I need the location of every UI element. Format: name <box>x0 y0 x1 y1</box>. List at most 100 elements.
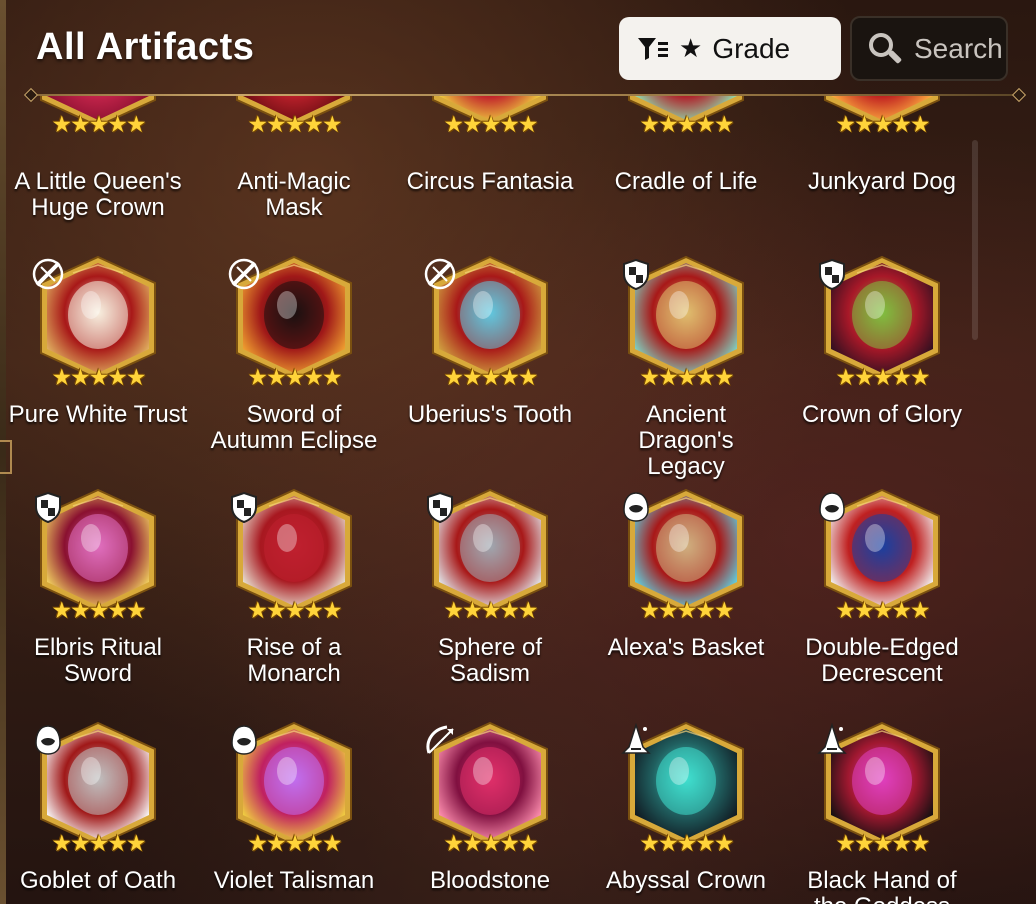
artifact-icon[interactable]: ★ ★ ★ ★ ★ <box>817 719 947 855</box>
scrollbar[interactable] <box>972 140 978 340</box>
star-icon: ★ <box>480 111 502 137</box>
star-icon: ★ <box>107 830 128 856</box>
star-icon: ★ <box>321 111 343 137</box>
star-icon: ★ <box>909 597 931 623</box>
star-icon: ★ <box>658 364 679 390</box>
artifact-name: Pure White Trust <box>0 402 196 428</box>
artifact-name: Goblet of Oath <box>0 868 196 894</box>
star-icon: ★ <box>284 830 306 856</box>
star-icon: ★ <box>321 364 343 390</box>
star-icon: ★ <box>639 364 660 390</box>
thief-icon <box>819 492 845 522</box>
star-icon: ★ <box>499 830 520 856</box>
artifact-grid[interactable]: ★ ★ ★ ★ ★ A Little Queen's Huge Crown ★ ★ ★ ★ ★ Anti… <box>0 96 1036 904</box>
artifact-icon[interactable]: ★ ★ ★ ★ ★ <box>228 253 359 389</box>
artifact-icon[interactable]: ★ ★ ★ ★ ★ <box>424 253 555 389</box>
artifact-icon[interactable]: ★ ★ ★ ★ ★ <box>33 96 163 136</box>
artifact-name-line: Legacy <box>647 453 725 480</box>
star-icon: ★ <box>713 597 735 623</box>
star-icon: ★ <box>107 111 128 137</box>
artifact-name-line: Cradle of Life <box>614 168 758 195</box>
star-icon: ★ <box>247 597 268 623</box>
star-icon: ★ <box>854 111 875 137</box>
star-icon: ★ <box>909 364 931 390</box>
star-icon: ★ <box>88 111 110 137</box>
artifact-name-line: Sword <box>63 660 133 687</box>
star-rating: ★ ★ ★ ★ ★ <box>439 112 541 136</box>
artifact-name: Abyssal Crown <box>588 868 784 894</box>
star-rating: ★ ★ ★ ★ ★ <box>635 598 737 622</box>
star-icon: ★ <box>695 597 716 623</box>
star-icon: ★ <box>676 364 698 390</box>
artifact-icon[interactable]: ★ ★ ★ ★ ★ <box>425 486 555 622</box>
star-icon: ★ <box>713 111 735 137</box>
star-icon: ★ <box>70 364 91 390</box>
star-icon: ★ <box>658 597 679 623</box>
star-rating: ★ ★ ★ ★ ★ <box>47 365 149 389</box>
artifact-icon[interactable]: ★ ★ ★ ★ ★ <box>817 96 947 136</box>
artifact-icon[interactable]: ★ ★ ★ ★ ★ <box>33 719 163 855</box>
artifact-icon[interactable]: ★ ★ ★ ★ ★ <box>621 253 751 389</box>
star-icon: ★ <box>872 364 894 390</box>
artifact-icon[interactable]: ★ ★ ★ ★ ★ <box>817 486 947 622</box>
warrior-icon <box>32 258 64 290</box>
star-icon: ★ <box>107 364 128 390</box>
star-icon: ★ <box>266 830 287 856</box>
star-icon: ★ <box>51 364 72 390</box>
artifact-icon[interactable]: ★ ★ ★ ★ ★ <box>229 486 359 622</box>
star-icon: ★ <box>480 597 502 623</box>
artifact-icon[interactable]: ★ ★ ★ ★ ★ <box>425 719 555 855</box>
artifact-name-line: Black Hand of <box>807 867 957 894</box>
star-icon: ★ <box>639 597 660 623</box>
thief-icon <box>623 492 649 522</box>
thief-icon <box>35 725 61 755</box>
artifact-icon[interactable]: ★ ★ ★ ★ ★ <box>817 253 947 389</box>
artifact-icon[interactable]: ★ ★ ★ ★ ★ <box>229 719 359 855</box>
star-rating: ★ ★ ★ ★ ★ <box>635 112 737 136</box>
star-icon: ★ <box>462 111 483 137</box>
star-icon: ★ <box>70 830 91 856</box>
star-icon: ★ <box>854 830 875 856</box>
star-icon: ★ <box>480 364 502 390</box>
artifact-icon[interactable]: ★ ★ ★ ★ ★ <box>425 96 555 136</box>
star-icon: ★ <box>125 597 147 623</box>
grade-sort-button[interactable]: ★ Grade <box>619 17 841 80</box>
star-icon: ★ <box>713 830 735 856</box>
star-rating: ★ ★ ★ ★ ★ <box>831 365 933 389</box>
star-icon: ★ <box>499 597 520 623</box>
artifact-name: Alexa's Basket <box>588 635 784 661</box>
star-icon: ★ <box>266 111 287 137</box>
star-icon: ★ <box>303 364 324 390</box>
star-icon: ★ <box>835 830 856 856</box>
artifact-icon[interactable]: ★ ★ ★ ★ ★ <box>229 96 359 136</box>
artifact-icon[interactable]: ★ ★ ★ ★ ★ <box>32 253 163 389</box>
knight-icon <box>231 491 257 524</box>
star-icon: ★ <box>107 597 128 623</box>
star-rating: ★ ★ ★ ★ ★ <box>243 598 345 622</box>
star-icon: ★ <box>247 830 268 856</box>
artifact-icon[interactable]: ★ ★ ★ ★ ★ <box>621 719 751 855</box>
artifact-name: Crown of Glory <box>784 402 980 428</box>
mage-icon <box>621 723 651 754</box>
artifact-name-line: Crown of Glory <box>801 401 963 428</box>
artifact-name-line: Sphere of <box>437 634 543 661</box>
star-icon: ★ <box>676 830 698 856</box>
star-rating: ★ ★ ★ ★ ★ <box>439 598 541 622</box>
artifact-name: Violet Talisman <box>196 868 392 894</box>
star-icon: ★ <box>499 364 520 390</box>
artifact-name: A Little Queen's Huge Crown <box>0 169 196 221</box>
search-button[interactable]: Search <box>850 16 1008 81</box>
artifact-icon[interactable]: ★ ★ ★ ★ ★ <box>621 96 751 136</box>
star-icon: ★ <box>480 830 502 856</box>
star-icon: ★ <box>872 597 894 623</box>
artifact-name: Anti-Magic Mask <box>196 169 392 221</box>
star-icon: ★ <box>835 111 856 137</box>
star-rating: ★ ★ ★ ★ ★ <box>831 598 933 622</box>
artifact-icon[interactable]: ★ ★ ★ ★ ★ <box>33 486 163 622</box>
knight-icon <box>623 258 649 291</box>
page-title: All Artifacts <box>36 26 255 68</box>
star-icon: ★ <box>713 364 735 390</box>
artifact-icon[interactable]: ★ ★ ★ ★ ★ <box>621 486 751 622</box>
star-rating: ★ ★ ★ ★ ★ <box>831 831 933 855</box>
star-icon: ★ <box>443 597 464 623</box>
